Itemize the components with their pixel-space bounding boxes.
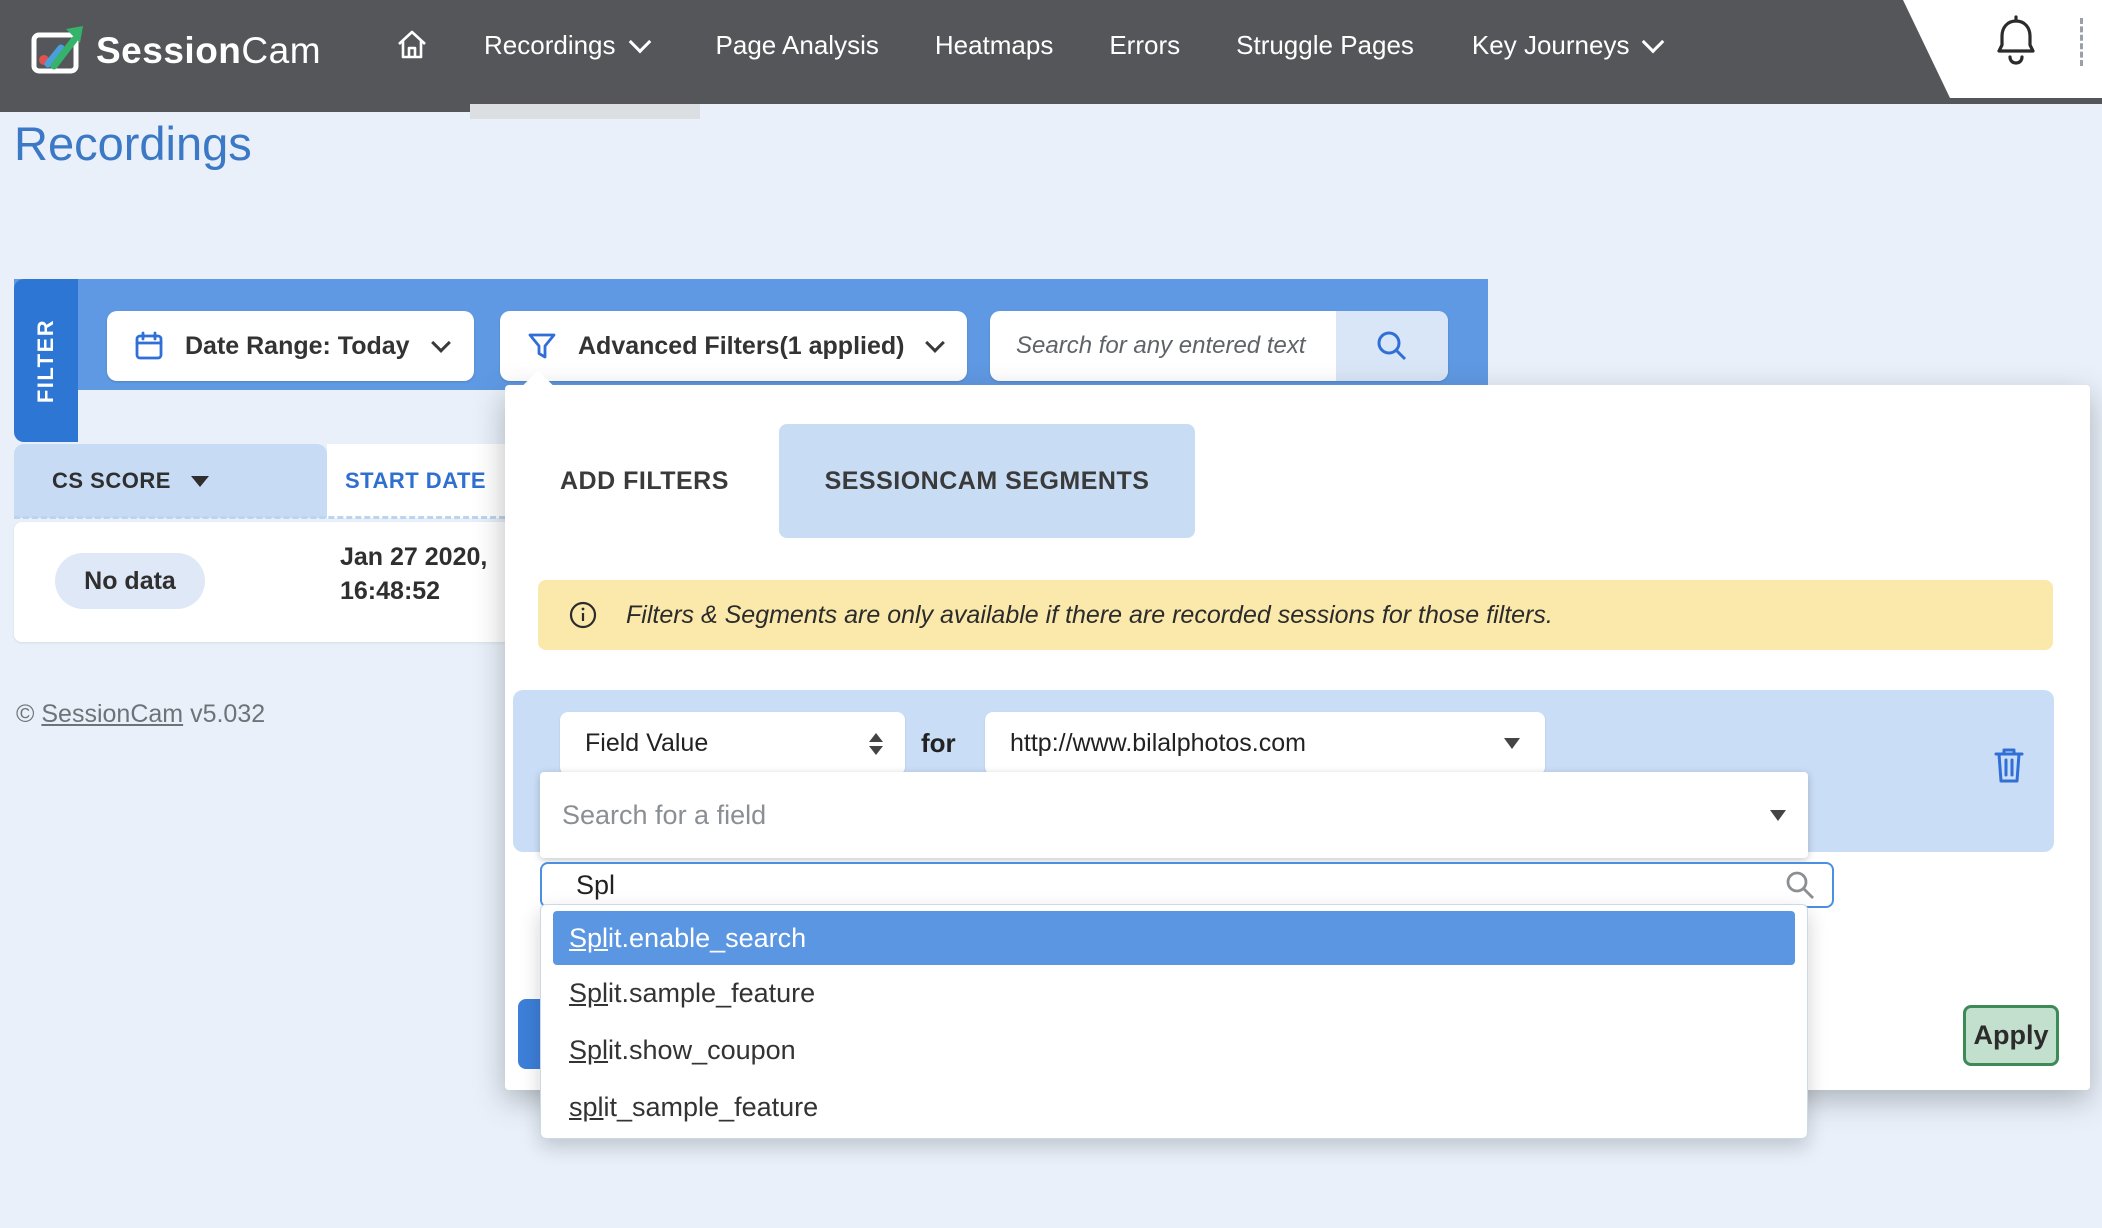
home-icon[interactable] <box>395 28 429 62</box>
chevron-down-icon <box>431 333 451 353</box>
search-input[interactable] <box>990 311 1336 381</box>
nav-item-recordings[interactable]: Recordings <box>484 30 648 61</box>
option-split-sample-feature[interactable]: Split.sample_feature <box>541 965 1807 1022</box>
advanced-filters-button[interactable]: Advanced Filters(1 applied) <box>500 311 967 381</box>
column-header-cs-score[interactable]: CS SCORE <box>14 444 327 518</box>
funnel-icon <box>526 330 558 362</box>
sessioncam-logo-icon <box>30 24 84 78</box>
nav-active-tab-indicator <box>470 104 700 119</box>
date-range-button[interactable]: Date Range: Today <box>107 311 474 381</box>
field-search-combobox[interactable]: Search for a field <box>540 772 1808 858</box>
option-split-enable-search[interactable]: Split.enable_search <box>553 911 1795 965</box>
column-header-start-date: START DATE <box>327 444 505 518</box>
chevron-down-icon <box>926 333 946 353</box>
search-icon <box>1374 328 1410 364</box>
advanced-filters-panel: ADD FILTERS SESSIONCAM SEGMENTS Filters … <box>505 385 2090 1090</box>
top-navbar: SessionCam Recordings Page Analysis Heat… <box>0 0 2102 104</box>
nav-active-extension <box>0 104 470 112</box>
select-spinner-icon <box>869 733 883 755</box>
info-alert: Filters & Segments are only available if… <box>538 580 2053 650</box>
nav-item-heatmaps[interactable]: Heatmaps <box>935 30 1054 61</box>
notifications-bell-icon[interactable] <box>1993 15 2039 67</box>
table-row[interactable]: No data Jan 27 2020, 16:48:52 <box>14 522 505 642</box>
app-root: SessionCam Recordings Page Analysis Heat… <box>0 0 2102 1228</box>
search-button[interactable] <box>1336 311 1448 381</box>
select-arrow-icon <box>1770 810 1786 821</box>
search-icon <box>1784 869 1816 901</box>
sort-desc-icon <box>191 476 209 487</box>
table-header-divider <box>14 516 505 519</box>
more-options-icon[interactable] <box>2080 18 2083 66</box>
field-options-list: Split.enable_search Split.sample_feature… <box>540 904 1808 1139</box>
chevron-down-icon <box>1642 30 1665 53</box>
tab-add-filters[interactable]: ADD FILTERS <box>560 424 729 538</box>
tab-sessioncam-segments[interactable]: SESSIONCAM SEGMENTS <box>779 424 1195 538</box>
alert-text: Filters & Segments are only available if… <box>626 601 1553 630</box>
trash-icon <box>1991 745 2027 785</box>
page-title: Recordings <box>14 116 252 171</box>
apply-button[interactable]: Apply <box>1963 1005 2059 1066</box>
version-footer: © SessionCam v5.032 <box>16 700 265 729</box>
nav-menu: Recordings Page Analysis Heatmaps Errors… <box>395 0 1661 90</box>
option-split-sample-feature-2[interactable]: split_sample_feature <box>541 1079 1807 1136</box>
cs-score-badge: No data <box>55 553 205 609</box>
field-search-input[interactable] <box>540 862 1834 908</box>
nav-item-page-analysis[interactable]: Page Analysis <box>716 30 879 61</box>
session-search <box>990 311 1448 381</box>
sessioncam-link[interactable]: SessionCam <box>41 700 183 728</box>
select-arrow-icon <box>1504 738 1520 749</box>
nav-item-key-journeys[interactable]: Key Journeys <box>1472 30 1662 61</box>
filter-tab[interactable]: FILTER <box>14 279 78 442</box>
info-icon <box>568 600 598 630</box>
navbar-corner-panel <box>1852 0 2102 98</box>
delete-filter-button[interactable] <box>1991 745 2027 785</box>
brand-logo[interactable]: SessionCam <box>30 24 321 78</box>
field-filter-search <box>540 862 1834 908</box>
calendar-icon <box>133 330 165 362</box>
nav-item-struggle-pages[interactable]: Struggle Pages <box>1236 30 1414 61</box>
option-split-show-coupon[interactable]: Split.show_coupon <box>541 1022 1807 1079</box>
brand-name: SessionCam <box>96 30 321 72</box>
site-select[interactable]: http://www.bilalphotos.com <box>985 712 1545 775</box>
chevron-down-icon <box>628 30 651 53</box>
start-date-cell: Jan 27 2020, 16:48:52 <box>340 540 487 608</box>
combobox-placeholder: Search for a field <box>562 800 766 831</box>
nav-item-errors[interactable]: Errors <box>1109 30 1180 61</box>
field-type-select[interactable]: Field Value <box>560 712 905 775</box>
for-label: for <box>921 712 956 775</box>
